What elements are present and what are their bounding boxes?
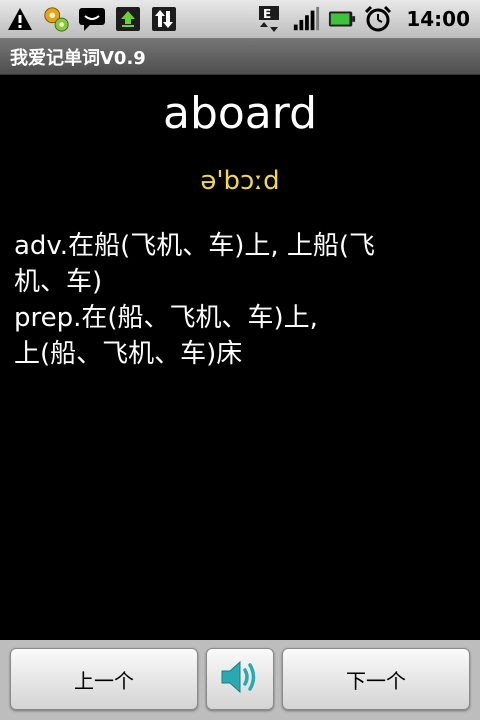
- svg-text:E: E: [263, 7, 271, 21]
- settings-gears-icon[interactable]: [42, 5, 70, 33]
- bottom-controls: 上一个 下一个: [0, 640, 480, 720]
- speaker-icon: [218, 657, 262, 702]
- signal-icon: [292, 5, 320, 33]
- app-title: 我爱记单词V0.9: [10, 48, 146, 69]
- word-definition: adv.在船(飞机、车)上, 上船(飞 机、车) prep.在(船、飞机、车)上…: [14, 231, 376, 369]
- chat-icon[interactable]: [78, 5, 106, 33]
- status-clock: 14:00: [406, 7, 470, 31]
- data-transfer-icon[interactable]: [150, 5, 178, 33]
- battery-icon: [328, 5, 356, 33]
- app-title-bar: 我爱记单词V0.9: [0, 38, 480, 75]
- next-button[interactable]: 下一个: [282, 648, 470, 710]
- alarm-icon: [364, 5, 392, 33]
- word-text: aboard: [162, 88, 318, 139]
- previous-button[interactable]: 上一个: [10, 648, 198, 710]
- upload-icon[interactable]: [114, 5, 142, 33]
- pronounce-button[interactable]: [206, 648, 274, 710]
- warning-icon[interactable]: [6, 5, 34, 33]
- app-screen: E 14:00 我爱记单词V0.9 aboard ə'bɔːd adv.在船(飞…: [0, 0, 480, 720]
- word-phonetic: ə'bɔːd: [200, 166, 280, 196]
- edge-network-icon: E: [256, 5, 284, 33]
- status-bar: E 14:00: [0, 0, 480, 38]
